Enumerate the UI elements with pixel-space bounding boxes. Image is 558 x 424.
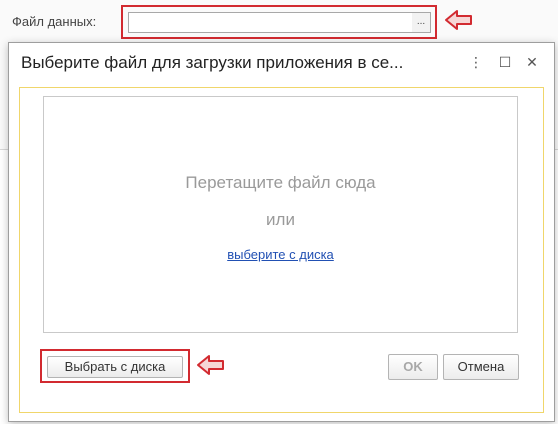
data-file-input[interactable]: [128, 12, 413, 33]
browse-button[interactable]: ...: [412, 12, 431, 33]
choose-disk-highlight-frame: Выбрать с диска: [40, 349, 190, 383]
close-icon[interactable]: ✕: [523, 53, 541, 71]
arrow-left-icon: [197, 355, 224, 375]
file-input-highlight-frame: ...: [121, 5, 437, 39]
arrow-left-icon: [445, 10, 472, 30]
ok-button[interactable]: OK: [388, 354, 438, 380]
dropzone-or-text: или: [266, 210, 295, 229]
dropzone-main-text: Перетащите файл сюда: [185, 173, 376, 192]
cancel-button[interactable]: Отмена: [443, 354, 519, 380]
data-file-label: Файл данных:: [12, 14, 97, 29]
file-upload-dialog: Выберите файл для загрузки приложения в …: [8, 42, 555, 422]
file-dropzone[interactable]: Перетащите файл сюда или выберите с диск…: [43, 96, 518, 333]
choose-from-disk-link[interactable]: выберите с диска: [44, 247, 517, 262]
dialog-content: Перетащите файл сюда или выберите с диск…: [19, 87, 544, 413]
dialog-titlebar: Выберите файл для загрузки приложения в …: [9, 43, 554, 81]
more-vertical-icon[interactable]: ⋮: [467, 53, 485, 71]
choose-from-disk-button[interactable]: Выбрать с диска: [47, 356, 183, 378]
screen: Файл данных: ... Выберите файл для загру…: [0, 0, 558, 424]
maximize-icon[interactable]: ☐: [496, 53, 514, 71]
dialog-title: Выберите файл для загрузки приложения в …: [21, 53, 404, 72]
